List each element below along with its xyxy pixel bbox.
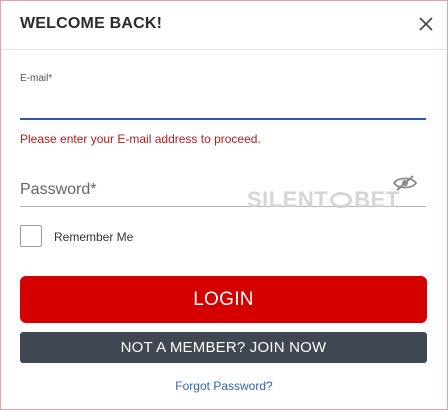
watermark-logo: SILENT BET (247, 187, 400, 213)
eye-slash-icon (392, 175, 418, 191)
email-error-message: Please enter your E-mail address to proc… (20, 132, 261, 146)
watermark-text-left: SILENT (247, 187, 329, 212)
password-visibility-toggle[interactable] (392, 175, 418, 191)
close-button[interactable] (418, 16, 434, 32)
login-dialog: WELCOME BACK! E-mail* Please enter your … (0, 0, 448, 410)
watermark-mark (330, 192, 353, 208)
login-button[interactable]: LOGIN (20, 276, 427, 323)
close-icon (419, 17, 433, 31)
join-now-button[interactable]: NOT A MEMBER? JOIN NOW (20, 332, 427, 363)
forgot-password-link[interactable]: Forgot Password? (1, 379, 447, 393)
dialog-header: WELCOME BACK! (1, 1, 447, 50)
remember-me-checkbox[interactable] (20, 225, 42, 247)
remember-me-label[interactable]: Remember Me (54, 230, 133, 244)
dialog-title: WELCOME BACK! (20, 15, 163, 32)
email-label: E-mail* (20, 73, 53, 84)
email-field[interactable] (20, 87, 426, 120)
